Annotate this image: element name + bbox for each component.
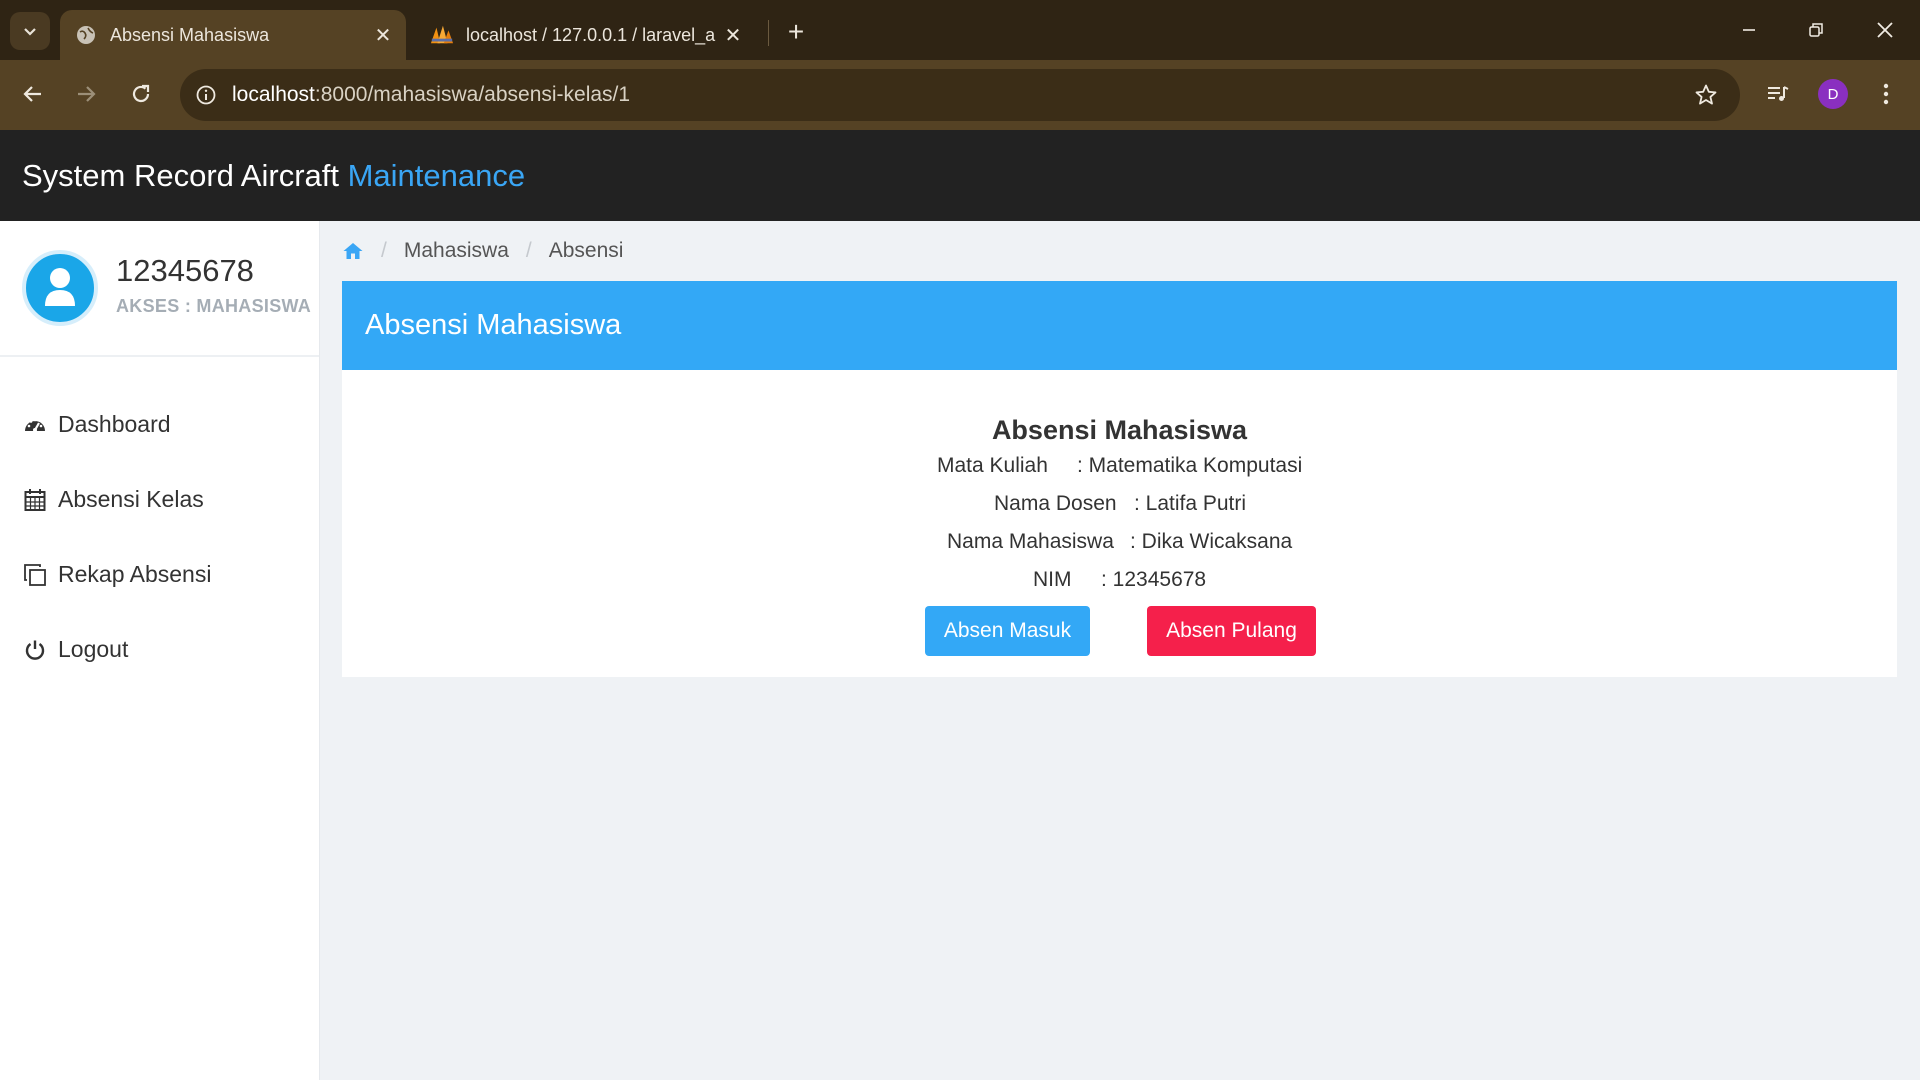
browser-menu-button[interactable] [1866,74,1906,114]
nama-dosen-value: : Latifa Putri [1134,492,1247,515]
home-icon[interactable] [342,241,364,261]
minimize-icon [1743,29,1755,31]
user-name: 12345678 [116,253,254,288]
sidebar-item-label: Absensi Kelas [58,486,204,512]
site-info-icon[interactable] [180,69,232,121]
nim-value: : 12345678 [1101,568,1207,591]
breadcrumb-separator: / [381,239,387,262]
phpmyadmin-icon [430,23,454,47]
address-bar[interactable]: localhost:8000/mahasiswa/absensi-kelas/1 [180,69,1740,121]
arrow-left-icon [23,86,41,102]
avatar [22,250,98,326]
close-icon[interactable]: ✕ [366,18,400,52]
globe-icon [74,23,98,47]
breadcrumb-item-absensi: Absensi [548,239,624,262]
sidebar-item-absensi-kelas[interactable]: Absensi Kelas [0,462,319,537]
chevron-down-icon [24,28,36,36]
kebab-menu-icon [1883,83,1889,105]
card-header: Absensi Mahasiswa [342,281,1897,370]
breadcrumb-item-mahasiswa[interactable]: Mahasiswa [404,239,509,263]
app-title[interactable]: System Record Aircraft Maintenance [22,158,525,194]
browser-tab-bar: Absensi Mahasiswa ✕ localhost / 127.0.0.… [0,0,1920,60]
sidebar-item-logout[interactable]: Logout [0,612,319,687]
user-icon [45,268,75,306]
power-icon [22,637,48,663]
playlist-icon [1768,86,1789,101]
calendar-icon [22,487,48,513]
tab-phpmyadmin[interactable]: localhost / 127.0.0.1 / laravel_ab ✕ [416,10,756,60]
close-window-button[interactable] [1862,10,1908,50]
sidebar-menu: Dashboard Absensi Kelas Rekap Absensi Lo… [0,387,319,687]
back-button[interactable] [13,74,53,114]
minimize-button[interactable] [1726,10,1772,50]
sidebar-item-dashboard[interactable]: Dashboard [0,387,319,462]
close-icon [1877,22,1893,38]
sidebar: 12345678 AKSES : MAHASISWA Dashboard Abs… [0,221,320,1080]
user-panel: 12345678 AKSES : MAHASISWA [0,221,319,357]
close-icon[interactable]: ✕ [716,18,750,52]
sidebar-item-label: Rekap Absensi [58,561,212,587]
browser-toolbar: localhost:8000/mahasiswa/absensi-kelas/1… [0,60,1920,130]
mata-kuliah-value: : Matematika Komputasi [1077,454,1303,477]
dashboard-icon [22,412,48,438]
sidebar-item-rekap-absensi[interactable]: Rekap Absensi [0,537,319,612]
absen-pulang-button[interactable]: Absen Pulang [1147,606,1316,656]
attendance-title: Absensi Mahasiswa [991,415,1248,445]
nim-label: NIM [1033,568,1072,591]
new-tab-button[interactable]: + [778,14,814,50]
arrow-right-icon [78,86,96,102]
app-title-accent: Maintenance [347,157,526,193]
restore-button[interactable] [1793,10,1839,50]
tab-title: Absensi Mahasiswa [110,24,270,45]
card-body: Absensi Mahasiswa Mata Kuliah : Matemati… [342,370,1897,677]
absen-masuk-button[interactable]: Absen Masuk [925,606,1090,656]
nama-dosen-label: Nama Dosen [994,492,1117,515]
media-controls-button[interactable] [1758,74,1798,114]
breadcrumb: / Mahasiswa / Absensi [342,236,623,266]
app-header: System Record Aircraft Maintenance [0,130,1920,221]
tab-divider [768,20,769,46]
restore-icon [1809,23,1823,37]
user-role: AKSES : MAHASISWA [116,296,312,316]
reload-button[interactable] [121,74,161,114]
mata-kuliah-label: Mata Kuliah [937,454,1048,477]
nama-mahasiswa-value: : Dika Wicaksana [1130,530,1293,553]
attendance-card: Absensi Mahasiswa Absensi Mahasiswa Mata… [342,281,1897,677]
reload-icon [132,84,150,103]
url-text[interactable]: localhost:8000/mahasiswa/absensi-kelas/1 [232,83,630,107]
nama-mahasiswa-label: Nama Mahasiswa [947,530,1114,553]
card-header-title: Absensi Mahasiswa [365,309,622,341]
tab-title: localhost / 127.0.0.1 / laravel_ab [466,24,716,45]
sidebar-item-label: Dashboard [58,411,171,437]
copy-icon [22,562,48,588]
breadcrumb-separator: / [525,239,532,262]
tab-search-button[interactable] [10,12,50,50]
forward-button[interactable] [66,74,106,114]
sidebar-item-label: Logout [58,636,129,662]
profile-avatar[interactable]: D [1818,79,1848,109]
bookmark-star-icon[interactable] [1692,81,1720,109]
tab-absensi-mahasiswa[interactable]: Absensi Mahasiswa ✕ [60,10,406,60]
